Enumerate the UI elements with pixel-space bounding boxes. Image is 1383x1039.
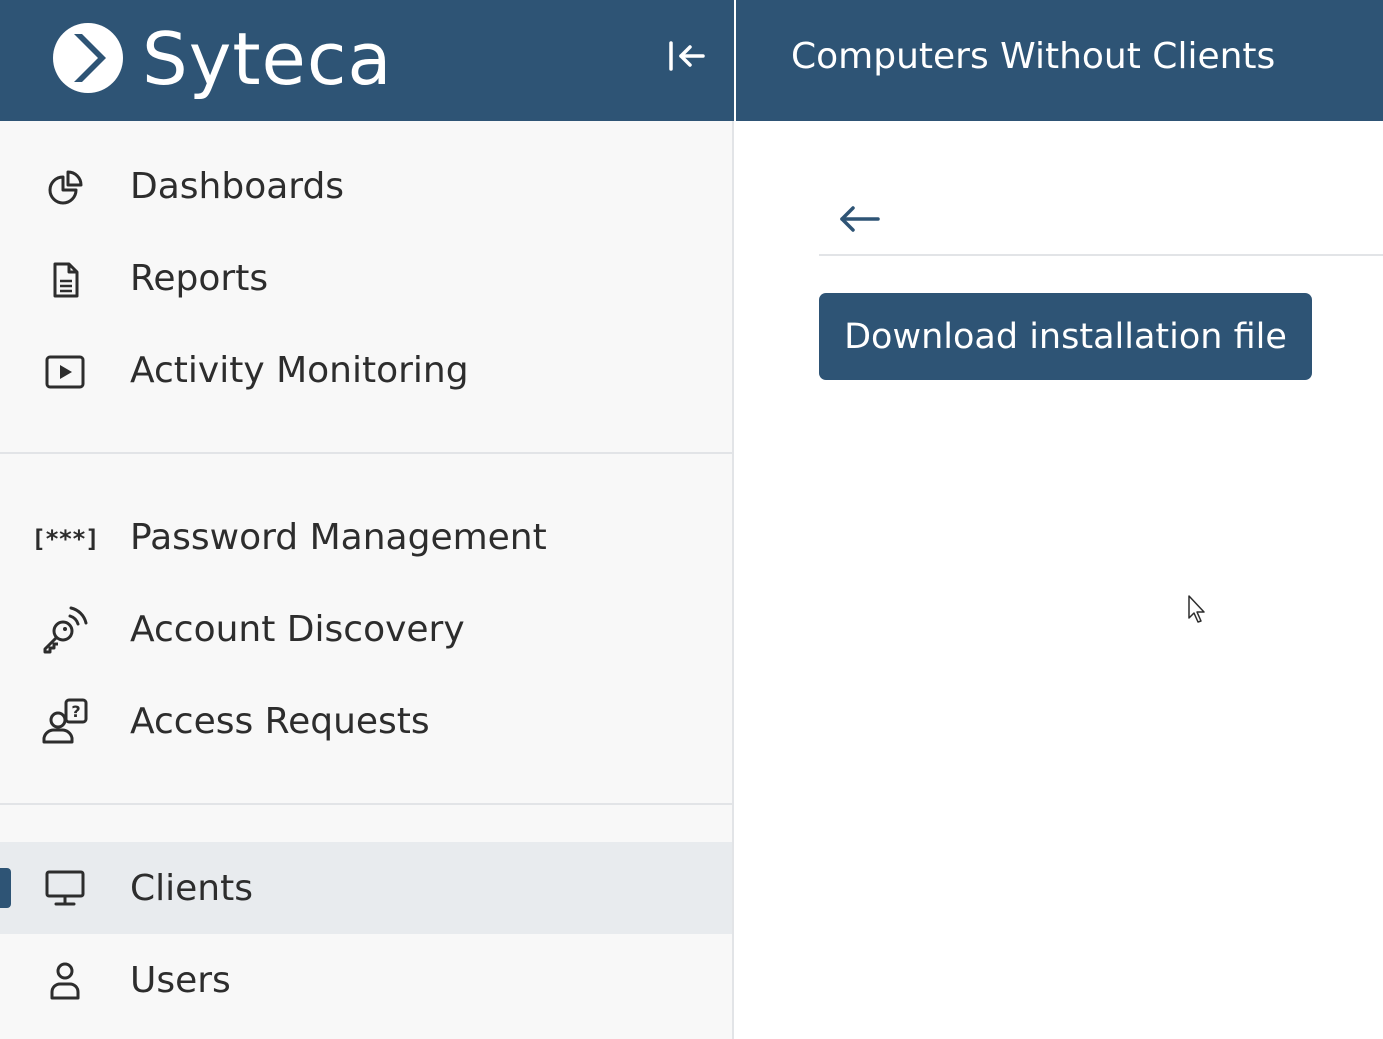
- sidebar-item-account-discovery[interactable]: Account Discovery: [0, 583, 732, 675]
- sidebar: Syteca Dashboards Reports Activity Monit…: [0, 0, 734, 1039]
- collapse-sidebar-button[interactable]: [664, 36, 710, 76]
- sidebar-item-label: Dashboards: [130, 165, 345, 207]
- pie-chart-icon: [40, 163, 90, 213]
- sidebar-divider: [0, 803, 732, 805]
- key-signal-icon: [40, 604, 90, 654]
- app-window: Syteca Dashboards Reports Activity Monit…: [0, 0, 1383, 1039]
- document-icon: [40, 255, 90, 305]
- back-button[interactable]: [834, 198, 886, 240]
- collapse-left-icon: [669, 41, 705, 71]
- active-indicator: [0, 868, 11, 908]
- sidebar-item-label: Reports: [130, 257, 269, 299]
- play-screen-icon: [40, 347, 90, 397]
- password-brackets-icon: [***]: [31, 514, 99, 564]
- arrow-left-icon: [840, 206, 880, 232]
- sidebar-item-label: Activity Monitoring: [130, 349, 469, 391]
- sidebar-header: Syteca: [0, 0, 734, 121]
- content-divider: [819, 254, 1383, 256]
- user-question-icon: ?: [40, 696, 90, 746]
- password-icon-text: [***]: [31, 525, 99, 553]
- sidebar-item-access-requests[interactable]: ? Access Requests: [0, 675, 732, 767]
- page-title: Computers Without Clients: [791, 36, 1276, 77]
- sidebar-item-users[interactable]: Users: [0, 934, 732, 1026]
- sidebar-item-clients[interactable]: Clients: [0, 842, 732, 934]
- sidebar-item-label: Clients: [130, 867, 253, 909]
- monitor-icon: [40, 863, 90, 913]
- sidebar-item-label: Account Discovery: [130, 608, 465, 650]
- brand-name: Syteca: [142, 17, 393, 101]
- sidebar-item-label: Users: [130, 959, 231, 1001]
- syteca-logo-icon: [53, 23, 123, 93]
- sidebar-item-reports[interactable]: Reports: [0, 232, 732, 324]
- sidebar-item-password-management[interactable]: [***] Password Management: [0, 491, 732, 583]
- sidebar-item-label: Password Management: [130, 516, 547, 558]
- download-installation-file-button[interactable]: Download installation file: [819, 293, 1312, 380]
- sidebar-divider: [0, 452, 732, 454]
- user-icon: [40, 955, 90, 1005]
- sidebar-item-label: Access Requests: [130, 700, 430, 742]
- sidebar-item-activity-monitoring[interactable]: Activity Monitoring: [0, 324, 732, 416]
- page-header: Computers Without Clients: [736, 0, 1383, 121]
- svg-text:?: ?: [71, 702, 80, 721]
- mouse-cursor-icon: [1188, 595, 1205, 623]
- sidebar-item-dashboards[interactable]: Dashboards: [0, 140, 732, 232]
